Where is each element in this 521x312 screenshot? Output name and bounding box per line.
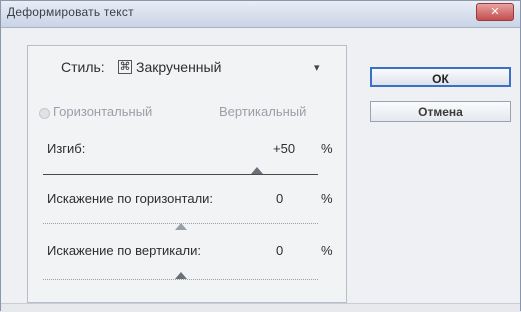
vertical-distortion-value-field[interactable]: 0 xyxy=(276,243,283,258)
orientation-vertical-label[interactable]: Вертикальный xyxy=(219,104,306,119)
bend-slider-track[interactable] xyxy=(43,174,318,175)
orientation-horizontal-label[interactable]: Горизонтальный xyxy=(53,104,152,119)
chevron-down-icon[interactable]: ▾ xyxy=(314,61,320,74)
window-title: Деформировать текст xyxy=(7,5,134,19)
bend-label: Изгиб: xyxy=(47,141,86,156)
bend-value-field[interactable]: +50 xyxy=(273,141,295,156)
horizontal-distortion-slider-thumb[interactable] xyxy=(175,223,187,230)
close-button[interactable]: ✕ xyxy=(476,3,514,21)
radio-horizontal[interactable] xyxy=(39,108,50,119)
style-dropdown[interactable]: Закрученный xyxy=(136,59,221,75)
ok-button[interactable]: ОК xyxy=(370,67,511,87)
horizontal-distortion-unit: % xyxy=(321,191,333,206)
vertical-distortion-slider-thumb[interactable] xyxy=(175,272,187,279)
vertical-distortion-unit: % xyxy=(321,243,333,258)
horizontal-distortion-value-field[interactable]: 0 xyxy=(276,191,283,206)
style-label: Стиль: xyxy=(61,59,105,75)
twist-style-icon: ⌘ xyxy=(118,60,132,74)
vertical-distortion-slider-track[interactable] xyxy=(43,279,318,281)
warp-text-dialog: Деформировать текст ✕ Стиль: ⌘ Закрученн… xyxy=(0,0,521,312)
horizontal-distortion-label: Искажение по горизонтали: xyxy=(47,191,214,206)
bend-unit: % xyxy=(321,141,333,156)
cancel-button[interactable]: Отмена xyxy=(370,101,511,122)
title-bar[interactable]: Деформировать текст ✕ xyxy=(1,1,520,28)
vertical-distortion-label: Искажение по вертикали: xyxy=(47,243,201,258)
bend-slider-thumb[interactable] xyxy=(251,167,263,174)
